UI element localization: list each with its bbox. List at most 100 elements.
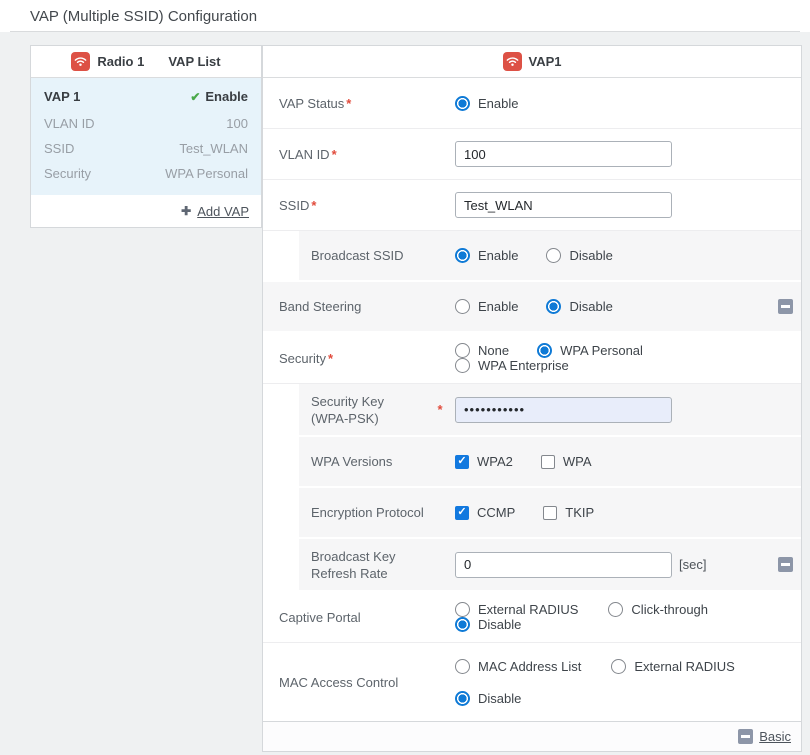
ssid-value: Test_WLAN xyxy=(179,136,248,161)
radio-icon[interactable] xyxy=(455,617,470,632)
collapse-minus-icon[interactable] xyxy=(738,729,753,744)
security-controls: None WPA Personal WPA Enterprise xyxy=(455,343,793,373)
collapse-minus-icon[interactable] xyxy=(778,557,793,572)
ccmp-checkbox-option[interactable]: CCMP xyxy=(455,505,515,520)
broadcast-key-refresh-input[interactable] xyxy=(455,552,672,578)
broadcast-ssid-label: Broadcast SSID xyxy=(311,247,455,264)
radio-icon[interactable] xyxy=(455,299,470,314)
security-wpa-personal-option[interactable]: WPA Personal xyxy=(537,343,643,358)
vap-status-badge: ✔ Enable xyxy=(190,89,248,104)
label-text: VLAN ID xyxy=(279,147,330,162)
vap-list-panel: Radio 1 VAP List VAP 1 ✔Enable VLAN ID 1… xyxy=(30,45,262,228)
vlan-label: VLAN ID xyxy=(44,111,95,136)
mac-options-line-1: MAC Address List External RADIUS xyxy=(455,659,763,674)
plus-icon: ✚ xyxy=(181,204,191,218)
collapse-minus-icon[interactable] xyxy=(778,299,793,314)
radio-icon[interactable] xyxy=(455,96,470,111)
wpa-versions-label: WPA Versions xyxy=(311,453,455,470)
radio-icon[interactable] xyxy=(455,358,470,373)
security-none-option[interactable]: None xyxy=(455,343,509,358)
security-label: Security xyxy=(44,161,91,186)
row-wpa-versions: WPA Versions WPA2 WPA xyxy=(299,437,801,488)
radio-icon[interactable] xyxy=(546,299,561,314)
checkbox-icon[interactable] xyxy=(455,506,469,520)
wpa2-checkbox-option[interactable]: WPA2 xyxy=(455,454,513,469)
row-mac-access-control: MAC Access Control MAC Address List Exte… xyxy=(263,643,801,721)
option-label: None xyxy=(478,343,509,358)
vap-list-title: VAP List xyxy=(168,54,220,69)
captive-portal-controls: External RADIUS Click-through Disable xyxy=(455,602,793,632)
option-label: Click-through xyxy=(631,602,708,617)
radio-name-label: Radio 1 xyxy=(97,54,144,69)
required-mark: * xyxy=(437,402,442,417)
option-label: External RADIUS xyxy=(634,659,734,674)
checkbox-icon[interactable] xyxy=(541,455,555,469)
broadcast-ssid-disable-option[interactable]: Disable xyxy=(546,248,612,263)
vlan-id-input[interactable] xyxy=(455,141,672,167)
radio-icon[interactable] xyxy=(611,659,626,674)
option-label: Enable xyxy=(478,248,518,263)
wpa-versions-controls: WPA2 WPA xyxy=(455,454,620,469)
option-label: CCMP xyxy=(477,505,515,520)
radio-icon[interactable] xyxy=(546,248,561,263)
broadcast-key-refresh-label: Broadcast Key Refresh Rate xyxy=(311,548,455,582)
row-ssid: SSID* xyxy=(263,180,801,231)
basic-view-link[interactable]: Basic xyxy=(759,729,791,744)
captive-portal-label: Captive Portal xyxy=(279,609,455,626)
band-steering-enable-option[interactable]: Enable xyxy=(455,299,518,314)
check-icon: ✔ xyxy=(190,90,200,104)
wifi-icon xyxy=(503,52,522,71)
mac-external-radius-option[interactable]: External RADIUS xyxy=(611,659,734,674)
vap-status-text: Enable xyxy=(205,89,248,104)
mac-address-list-option[interactable]: MAC Address List xyxy=(455,659,581,674)
required-mark: * xyxy=(332,147,337,162)
option-label: WPA Personal xyxy=(560,343,643,358)
add-vap-link[interactable]: Add VAP xyxy=(197,204,249,219)
security-key-label: Security Key (WPA-PSK) xyxy=(311,393,423,427)
security-value: WPA Personal xyxy=(165,161,248,186)
vap-list-header: Radio 1 VAP List xyxy=(31,46,261,78)
security-wpa-enterprise-option[interactable]: WPA Enterprise xyxy=(455,358,569,373)
captive-portal-external-radius-option[interactable]: External RADIUS xyxy=(455,602,578,617)
mac-disable-option[interactable]: Disable xyxy=(455,691,521,706)
row-broadcast-key-refresh: Broadcast Key Refresh Rate [sec] xyxy=(299,539,801,592)
band-steering-disable-option[interactable]: Disable xyxy=(546,299,612,314)
option-label: Disable xyxy=(569,299,612,314)
tkip-checkbox-option[interactable]: TKIP xyxy=(543,505,594,520)
ssid-input[interactable] xyxy=(455,192,672,218)
row-vlan-id: VLAN ID* xyxy=(263,129,801,180)
captive-portal-click-through-option[interactable]: Click-through xyxy=(608,602,708,617)
ssid-label: SSID xyxy=(44,136,74,161)
vap-card-row-ssid: SSID Test_WLAN xyxy=(44,136,248,161)
vap-status-enable-option[interactable]: Enable xyxy=(455,96,518,111)
radio-icon[interactable] xyxy=(537,343,552,358)
captive-portal-disable-option[interactable]: Disable xyxy=(455,617,521,632)
panel-footer: Basic xyxy=(263,721,801,751)
add-vap-row: ✚ Add VAP xyxy=(31,195,261,227)
vap-list-item-selected[interactable]: VAP 1 ✔Enable VLAN ID 100 SSID Test_WLAN… xyxy=(31,78,261,195)
security-key-input[interactable] xyxy=(455,397,672,423)
option-label: Disable xyxy=(569,248,612,263)
radio-icon[interactable] xyxy=(608,602,623,617)
row-vap-status: VAP Status* Enable xyxy=(263,78,801,129)
band-steering-label: Band Steering xyxy=(279,298,455,315)
checkbox-icon[interactable] xyxy=(455,455,469,469)
option-label: Enable xyxy=(478,96,518,111)
seconds-unit-label: [sec] xyxy=(679,557,706,572)
required-mark: * xyxy=(328,351,333,366)
broadcast-ssid-enable-option[interactable]: Enable xyxy=(455,248,518,263)
radio-icon[interactable] xyxy=(455,691,470,706)
option-label: Enable xyxy=(478,299,518,314)
row-broadcast-ssid: Broadcast SSID Enable Disable xyxy=(299,231,801,282)
row-band-steering: Band Steering Enable Disable xyxy=(263,282,801,333)
radio-icon[interactable] xyxy=(455,343,470,358)
label-text: Security xyxy=(279,351,326,366)
wpa-checkbox-option[interactable]: WPA xyxy=(541,454,592,469)
radio-icon[interactable] xyxy=(455,602,470,617)
radio-icon[interactable] xyxy=(455,659,470,674)
vap-detail-title: VAP1 xyxy=(529,54,562,69)
mac-options-line-2: Disable xyxy=(455,691,549,706)
vap-status-controls: Enable xyxy=(455,96,546,111)
radio-icon[interactable] xyxy=(455,248,470,263)
checkbox-icon[interactable] xyxy=(543,506,557,520)
